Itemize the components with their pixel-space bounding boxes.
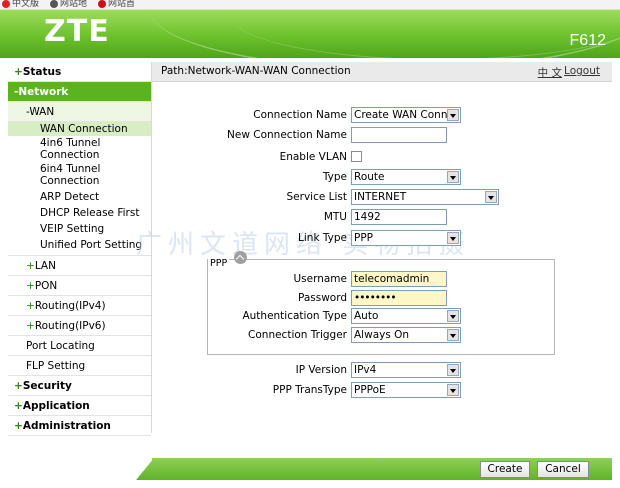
mtu-label: MTU xyxy=(323,211,347,223)
username-row: Username xyxy=(160,271,347,287)
chevron-down-icon xyxy=(447,109,459,121)
ppp-legend: PPP xyxy=(208,258,230,269)
service-list-select[interactable]: INTERNET xyxy=(351,189,499,205)
nav-4in6-tunnel[interactable]: 4in6 Tunnel Connection xyxy=(8,136,151,162)
nav-unified-port-setting[interactable]: Unified Port Setting xyxy=(8,237,151,256)
plus-icon: + xyxy=(26,260,35,272)
username-label: Username xyxy=(293,273,347,285)
connection-name-label: Connection Name xyxy=(253,109,347,121)
bookmark-icon xyxy=(50,0,58,8)
nav-network[interactable]: -Network xyxy=(8,82,151,102)
create-button[interactable]: Create xyxy=(480,461,530,478)
plus-icon: + xyxy=(14,66,23,78)
chevron-down-icon xyxy=(447,384,459,396)
link-type-select[interactable]: PPP xyxy=(351,230,461,246)
nav-6in4-tunnel[interactable]: 6in4 Tunnel Connection xyxy=(8,162,151,188)
nav-wan[interactable]: -WAN xyxy=(8,102,151,122)
connection-name-row: Connection Name xyxy=(160,107,347,123)
new-connection-name-label: New Connection Name xyxy=(227,129,347,141)
auth-type-select[interactable]: Auto xyxy=(351,308,461,324)
password-row: Password xyxy=(160,290,347,306)
logout-link[interactable]: Logout xyxy=(564,65,600,77)
ppp-transtype-select[interactable]: PPPoE xyxy=(351,382,461,398)
chevron-down-icon xyxy=(447,232,459,244)
nav-flp-setting[interactable]: FLP Setting xyxy=(8,356,151,376)
connection-name-select[interactable]: Create WAN Conne xyxy=(351,107,461,123)
nav-veip-setting[interactable]: VEIP Setting xyxy=(8,221,151,237)
mtu-row: MTU xyxy=(160,209,347,225)
nav-port-locating[interactable]: Port Locating xyxy=(8,336,151,356)
ppp-transtype-label: PPP TransType xyxy=(272,384,347,396)
password-input[interactable]: •••••••• xyxy=(351,290,447,306)
auth-type-row: Authentication Type xyxy=(160,308,347,324)
chevron-down-icon xyxy=(447,364,459,376)
plus-icon: + xyxy=(14,380,23,392)
nav-routing-ipv6[interactable]: +Routing(IPv6) xyxy=(8,316,151,336)
link-type-label: Link Type xyxy=(298,232,347,244)
password-label: Password xyxy=(297,292,347,304)
type-row: Type xyxy=(160,169,347,185)
conn-trigger-row: Connection Trigger xyxy=(160,327,347,343)
plus-icon: + xyxy=(14,400,23,412)
link-type-row: Link Type xyxy=(160,230,347,246)
ip-version-select[interactable]: IPv4 xyxy=(351,362,461,378)
nav-administration[interactable]: +Administration xyxy=(8,416,151,436)
new-connection-name-input[interactable] xyxy=(351,127,447,143)
plus-icon: + xyxy=(26,300,35,312)
nav-lan[interactable]: +LAN xyxy=(8,256,151,276)
new-connection-name-row: New Connection Name xyxy=(160,127,347,143)
plus-icon: + xyxy=(14,420,23,432)
bookmark-icon xyxy=(98,0,106,8)
username-input[interactable]: telecomadmin xyxy=(351,271,447,287)
nav-pon[interactable]: +PON xyxy=(8,276,151,296)
enable-vlan-checkbox[interactable] xyxy=(351,151,362,162)
chevron-down-icon xyxy=(447,310,459,322)
zte-logo: ZTE xyxy=(44,14,110,49)
enable-vlan-label: Enable VLAN xyxy=(279,151,347,163)
bookmark-1[interactable]: 中文版 xyxy=(2,0,39,9)
nav-dhcp-release-first[interactable]: DHCP Release First xyxy=(8,205,151,221)
enable-vlan-row: Enable VLAN xyxy=(160,149,347,165)
ppp-transtype-row: PPP TransType xyxy=(160,382,347,398)
breadcrumb: Path:Network-WAN-WAN Connection xyxy=(161,65,351,77)
header-banner: ZTE F612 xyxy=(0,10,620,58)
ip-version-row: IP Version xyxy=(160,362,347,378)
chevron-down-icon xyxy=(485,191,497,203)
service-list-label: Service List xyxy=(286,191,348,203)
nav-status[interactable]: +Status xyxy=(8,62,151,82)
service-list-row: Service List xyxy=(160,189,348,205)
type-select[interactable]: Route xyxy=(351,169,461,185)
bookmark-icon xyxy=(2,0,10,8)
conn-trigger-label: Connection Trigger xyxy=(248,329,347,341)
nav-arp-detect[interactable]: ARP Detect xyxy=(8,188,151,205)
nav-security[interactable]: +Security xyxy=(8,376,151,396)
nav-wan-connection[interactable]: WAN Connection xyxy=(8,122,151,136)
bookmark-2[interactable]: 网站地 xyxy=(50,0,87,9)
chevron-down-icon xyxy=(447,329,459,341)
ip-version-label: IP Version xyxy=(295,364,347,376)
path-bar: Path:Network-WAN-WAN Connection 中 文 Logo… xyxy=(152,62,612,82)
collapse-icon[interactable] xyxy=(234,251,247,264)
mtu-input[interactable]: 1492 xyxy=(351,209,447,225)
model-label: F612 xyxy=(569,32,606,49)
bookmark-3[interactable]: 网站首 xyxy=(98,0,135,9)
sidebar-nav: +Status -Network -WAN WAN Connection 4in… xyxy=(8,62,152,436)
plus-icon: + xyxy=(26,280,35,292)
plus-icon: + xyxy=(26,320,35,332)
auth-type-label: Authentication Type xyxy=(242,310,347,322)
cancel-button[interactable]: Cancel xyxy=(537,461,589,478)
conn-trigger-select[interactable]: Always On xyxy=(351,327,461,343)
bookmarks-bar: 中文版 网站地 网站首 xyxy=(0,0,620,10)
chevron-down-icon xyxy=(447,171,459,183)
nav-application[interactable]: +Application xyxy=(8,396,151,416)
type-label: Type xyxy=(322,171,347,183)
nav-routing-ipv4[interactable]: +Routing(IPv4) xyxy=(8,296,151,316)
language-link[interactable]: 中 文 xyxy=(538,65,562,80)
